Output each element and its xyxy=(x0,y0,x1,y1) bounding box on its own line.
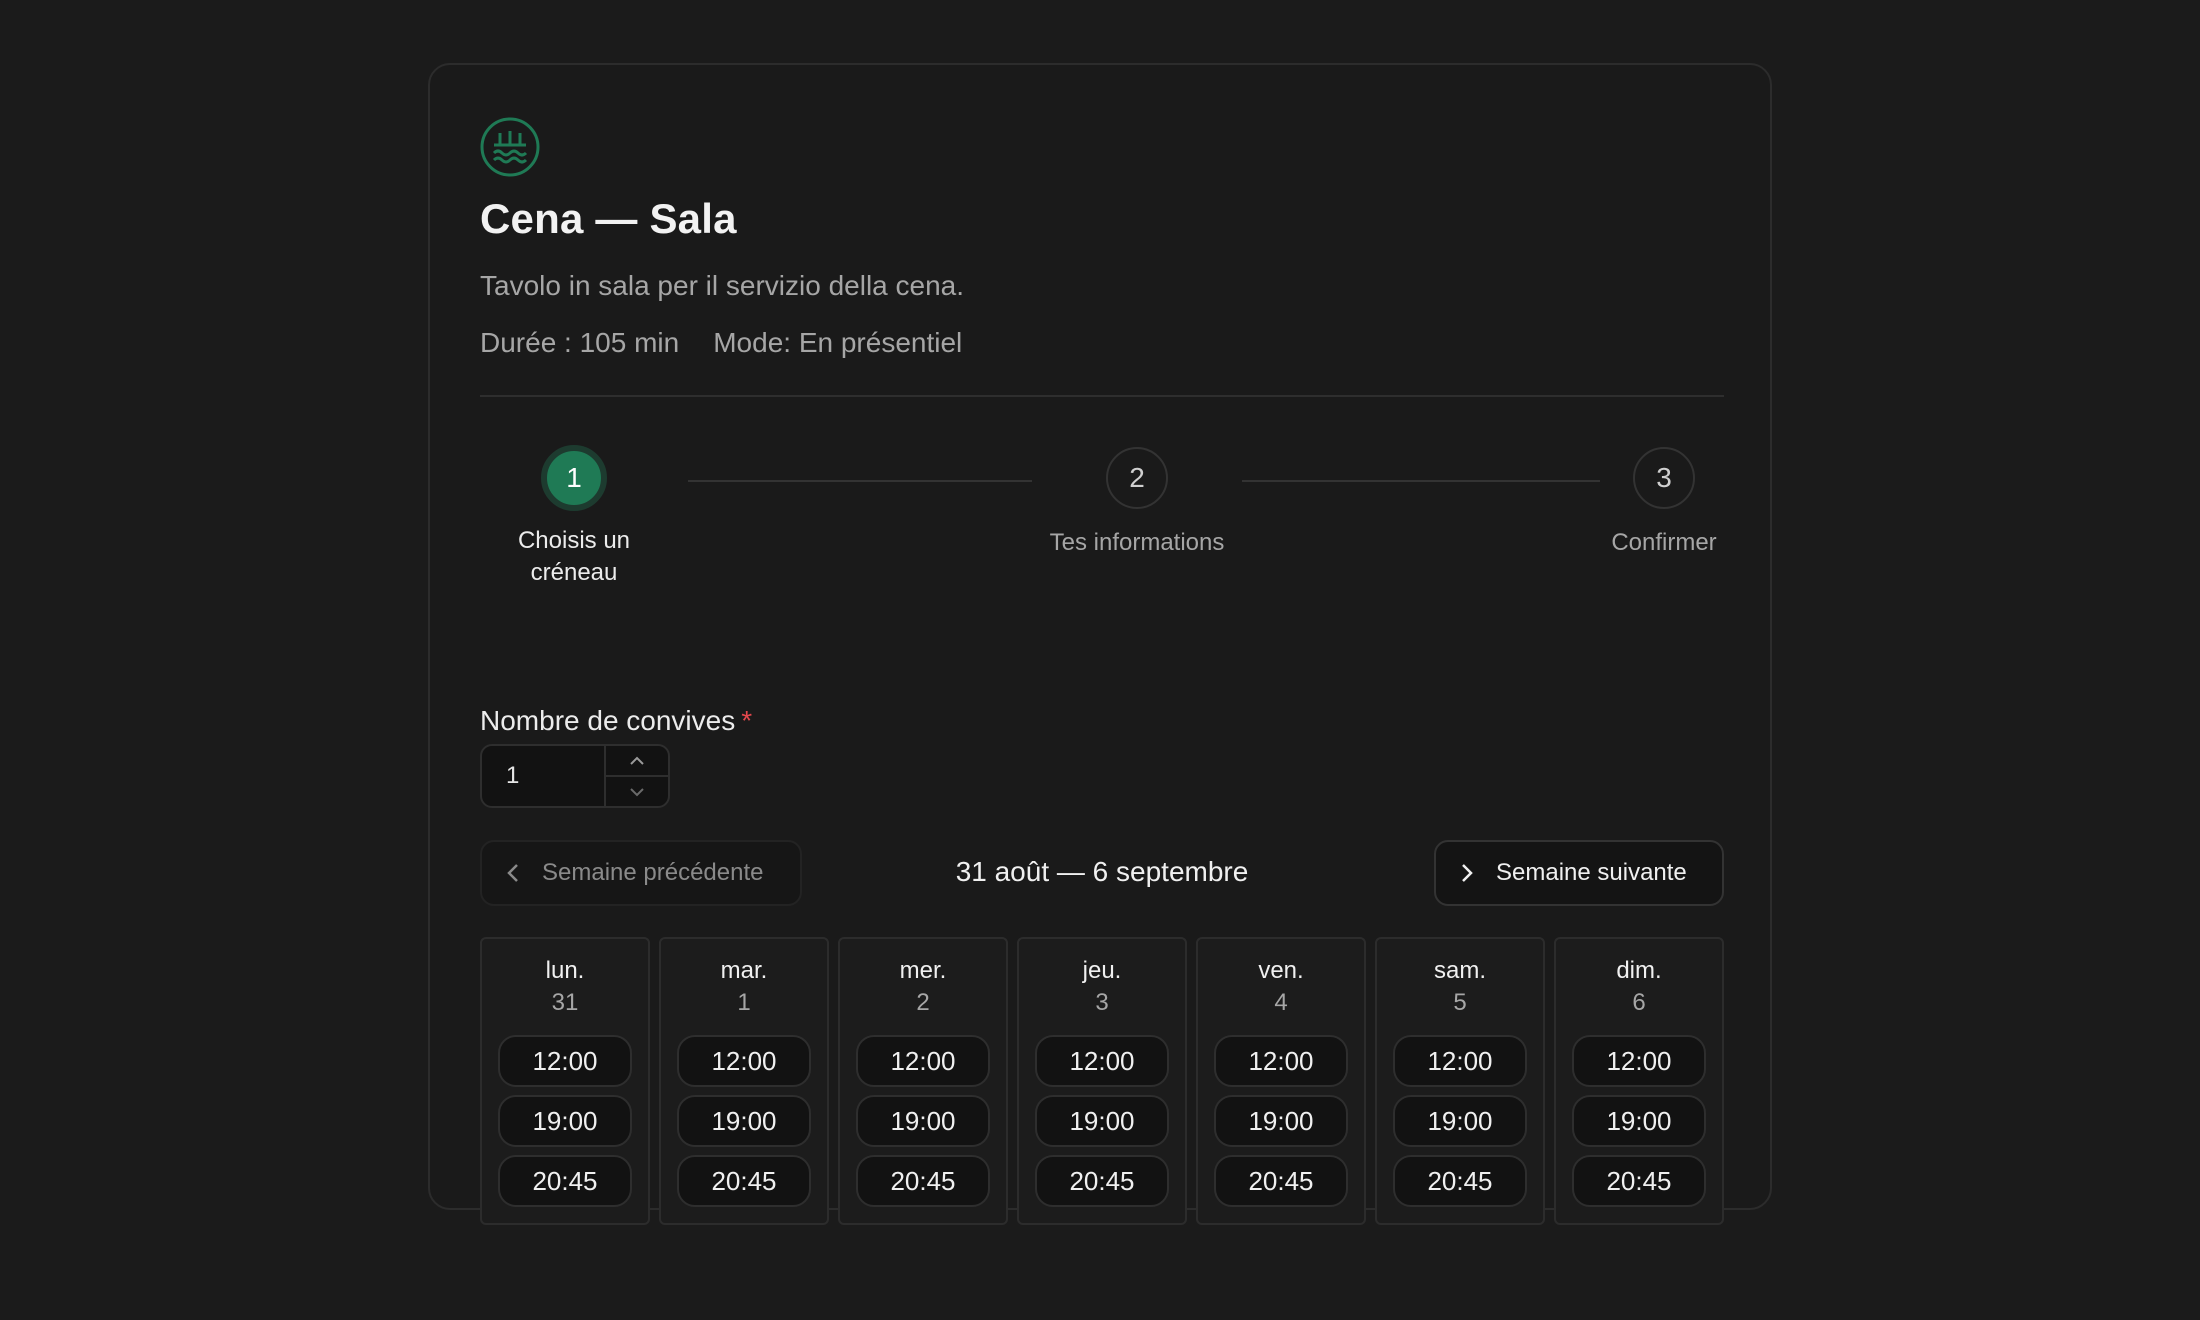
time-slot-button[interactable]: 12:00 xyxy=(856,1035,990,1087)
day-column-sat: sam. 5 12:00 19:00 20:45 xyxy=(1375,937,1545,1225)
step-3: 3 Confirmer xyxy=(1604,447,1724,559)
day-column-wed: mer. 2 12:00 19:00 20:45 xyxy=(838,937,1008,1225)
week-days: lun. 31 12:00 19:00 20:45 mar. 1 12:00 1… xyxy=(480,937,1724,1225)
time-slot-button[interactable]: 19:00 xyxy=(1572,1095,1706,1147)
day-name: sam. xyxy=(1433,957,1486,984)
time-slot-button[interactable]: 19:00 xyxy=(677,1095,811,1147)
day-name: mar. xyxy=(720,957,768,984)
step-label: Confirmer xyxy=(1611,529,1717,556)
day-number: 31 xyxy=(551,989,579,1016)
step-number: 2 xyxy=(1106,447,1168,509)
increment-button[interactable] xyxy=(606,746,668,777)
time-slot-button[interactable]: 12:00 xyxy=(498,1035,632,1087)
time-slot-button[interactable]: 20:45 xyxy=(1214,1155,1348,1207)
step-number: 3 xyxy=(1633,447,1695,509)
time-slot-button[interactable]: 19:00 xyxy=(498,1095,632,1147)
time-slot-button[interactable]: 20:45 xyxy=(1393,1155,1527,1207)
booking-card: Cena — Sala Tavolo in sala per il serviz… xyxy=(428,63,1772,1225)
step-connector xyxy=(688,480,1032,482)
chevron-right-icon xyxy=(1462,864,1473,882)
step-number: 1 xyxy=(541,445,607,511)
day-name: dim. xyxy=(1616,957,1662,984)
guests-stepper[interactable]: 1 xyxy=(480,744,670,808)
decrement-button[interactable] xyxy=(606,777,668,806)
day-number: 1 xyxy=(737,989,751,1016)
time-slot-button[interactable]: 19:00 xyxy=(1393,1095,1527,1147)
time-slot-button[interactable]: 12:00 xyxy=(1035,1035,1169,1087)
guests-input[interactable]: 1 xyxy=(482,746,606,806)
chevron-up-icon xyxy=(630,756,644,765)
day-name: jeu. xyxy=(1082,957,1122,984)
time-slot-button[interactable]: 19:00 xyxy=(1035,1095,1169,1147)
time-slot-button[interactable]: 12:00 xyxy=(1393,1035,1527,1087)
next-week-button[interactable]: Semaine suivante xyxy=(1434,840,1724,906)
time-slot-button[interactable]: 20:45 xyxy=(1035,1155,1169,1207)
service-title: Cena — Sala xyxy=(480,195,737,242)
time-slot-button[interactable]: 19:00 xyxy=(856,1095,990,1147)
step-label: Choisis un créneau xyxy=(517,527,631,586)
time-slot-button[interactable]: 12:00 xyxy=(1572,1035,1706,1087)
day-column-tue: mar. 1 12:00 19:00 20:45 xyxy=(659,937,829,1225)
stepper-arrows xyxy=(606,746,668,806)
week-navigation: Semaine précédente 31 août — 6 septembre… xyxy=(480,840,1724,906)
mode-text: Mode: En présentiel xyxy=(713,327,963,358)
day-column-fri: ven. 4 12:00 19:00 20:45 xyxy=(1196,937,1366,1225)
step-label: Tes informations xyxy=(1049,529,1225,556)
time-slot-button[interactable]: 20:45 xyxy=(498,1155,632,1207)
duration-text: Durée : 105 min xyxy=(480,327,680,358)
next-week-label: Semaine suivante xyxy=(1496,859,1687,886)
day-number: 3 xyxy=(1095,989,1109,1016)
day-column-mon: lun. 31 12:00 19:00 20:45 xyxy=(480,937,650,1225)
day-number: 4 xyxy=(1274,989,1288,1016)
step-2: 2 Tes informations xyxy=(1032,447,1242,559)
service-description: Tavolo in sala per il servizio della cen… xyxy=(480,270,965,301)
guests-label: Nombre de convives * xyxy=(480,705,752,737)
day-number: 2 xyxy=(916,989,930,1016)
required-mark: * xyxy=(741,705,753,736)
chevron-down-icon xyxy=(630,787,644,796)
time-slot-button[interactable]: 20:45 xyxy=(856,1155,990,1207)
day-name: ven. xyxy=(1258,957,1304,984)
time-slot-button[interactable]: 12:00 xyxy=(1214,1035,1348,1087)
time-slot-button[interactable]: 19:00 xyxy=(1214,1095,1348,1147)
step-1: 1 Choisis un créneau xyxy=(494,445,654,589)
day-name: mer. xyxy=(899,957,947,984)
time-slot-button[interactable]: 20:45 xyxy=(1572,1155,1706,1207)
day-name: lun. xyxy=(545,957,585,984)
divider xyxy=(480,395,1724,397)
guests-label-text: Nombre de convives xyxy=(480,705,736,736)
restaurant-waves-icon xyxy=(480,117,540,177)
service-meta: Durée : 105 min Mode: En présentiel xyxy=(480,327,962,359)
time-slot-button[interactable]: 20:45 xyxy=(677,1155,811,1207)
day-number: 5 xyxy=(1453,989,1467,1016)
day-column-thu: jeu. 3 12:00 19:00 20:45 xyxy=(1017,937,1187,1225)
step-connector xyxy=(1242,480,1600,482)
time-slot-button[interactable]: 12:00 xyxy=(677,1035,811,1087)
day-column-sun: dim. 6 12:00 19:00 20:45 xyxy=(1554,937,1724,1225)
day-number: 6 xyxy=(1632,989,1646,1016)
